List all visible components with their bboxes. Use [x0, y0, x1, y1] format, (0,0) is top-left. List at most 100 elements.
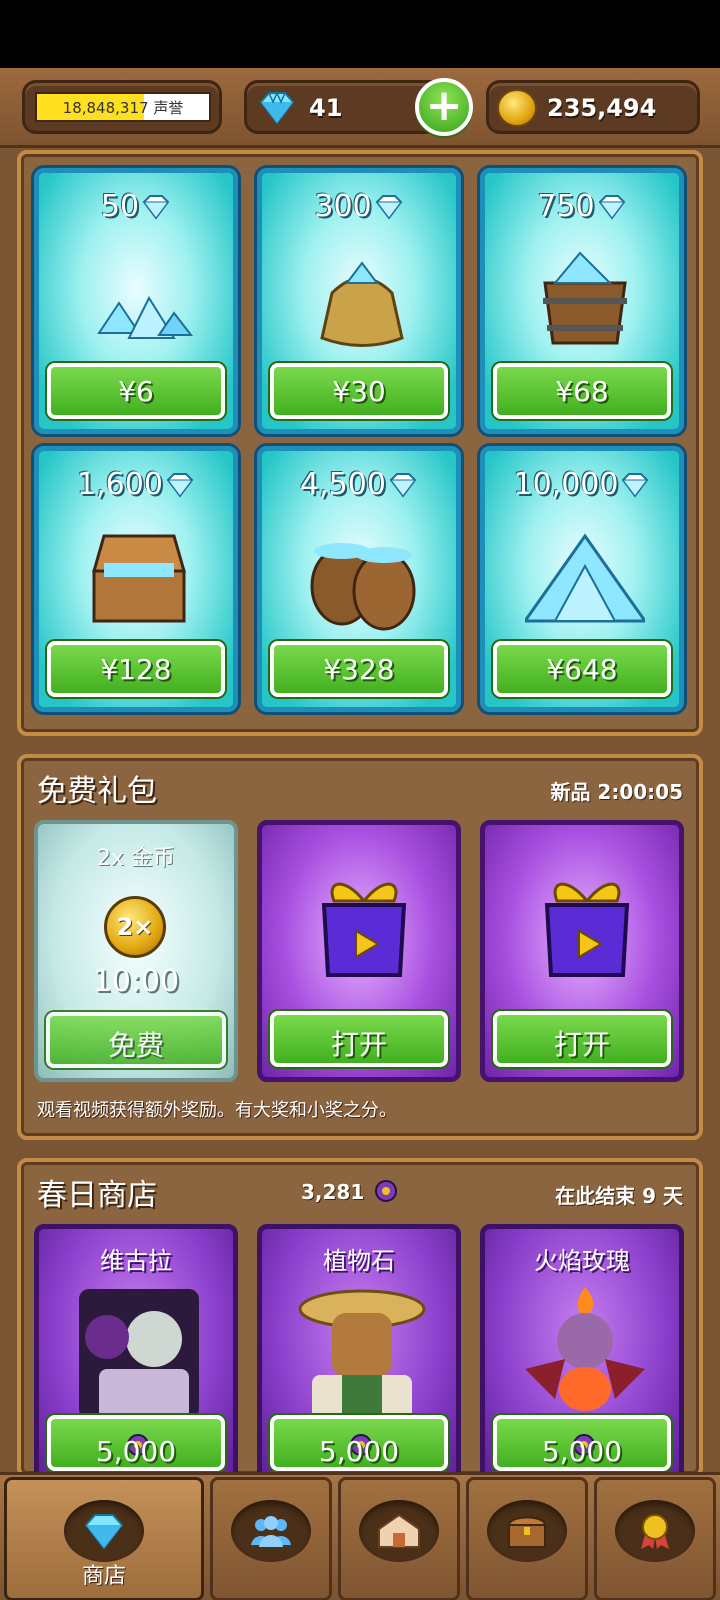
open-button-label: 打开	[330, 1028, 387, 1061]
gem-pack-price: ¥30	[332, 375, 386, 408]
video-gift-card-1[interactable]: 打开	[257, 820, 461, 1082]
spring-item-card-2[interactable]: 植物石 5,000	[257, 1224, 461, 1486]
buy-gem-pack-button[interactable]: ¥68	[493, 363, 671, 419]
gem-sack-icon	[320, 261, 404, 347]
spring-price: 5,000	[51, 1427, 221, 1468]
gem-pack-amount-value: 300	[314, 189, 372, 224]
gem-icon	[618, 467, 650, 502]
gem-pack-price: ¥6	[118, 375, 154, 408]
buy-gem-pack-button[interactable]: ¥648	[493, 641, 671, 697]
gem-pack-card[interactable]: 4,500 ¥328	[257, 446, 461, 712]
gem-pack-amount-value: 4,500	[300, 467, 386, 502]
spring-buy-button-3[interactable]: 5,000	[493, 1415, 671, 1471]
free-button[interactable]: 免费	[46, 1012, 226, 1068]
gem-pack-price: ¥68	[555, 375, 609, 408]
nav-icon-holder	[615, 1500, 695, 1562]
free-gift-note: 观看视频获得额外奖励。有大奖和小奖之分。	[37, 1100, 397, 1121]
open-button-1[interactable]: 打开	[270, 1011, 448, 1067]
medal-icon	[641, 1514, 669, 1549]
gift-box-icon	[544, 882, 630, 977]
free-coin-boost-card[interactable]: 2x 金币 2× 10:00 免费	[34, 820, 238, 1082]
gem-pack-amount-value: 50	[100, 189, 140, 224]
gem-pack-amount: 4,500	[262, 467, 456, 502]
nav-achievements[interactable]	[594, 1477, 716, 1600]
buy-gem-pack-button[interactable]: ¥6	[47, 363, 225, 419]
boost-title: 2x 金币	[96, 846, 175, 871]
gem-pack-price: ¥328	[323, 653, 395, 686]
video-gift-card-2[interactable]: 打开	[480, 820, 684, 1082]
gem-bucket-icon	[543, 251, 627, 345]
reputation-value: 18,848,317	[62, 99, 149, 117]
nav-shop[interactable]: 商店	[4, 1477, 204, 1600]
boost-timer: 10:00	[92, 964, 180, 999]
gem-icon	[84, 1514, 124, 1550]
status-bar	[0, 0, 720, 68]
spring-price-value: 5,000	[541, 1435, 623, 1468]
gem-shop-panel: 50 ¥6 300 ¥30 750 ¥68 1,600 ¥128 4,500 ¥328 10,000…	[17, 150, 703, 736]
nav-buildings[interactable]	[338, 1477, 460, 1600]
gem-chest-icon	[92, 534, 186, 623]
nav-people[interactable]	[210, 1477, 332, 1600]
double-coin-badge: 2×	[116, 913, 154, 941]
coin-balance[interactable]: 235,494	[486, 80, 700, 134]
open-button-2[interactable]: 打开	[493, 1011, 671, 1067]
chest-icon	[507, 1516, 547, 1548]
nav-icon-holder	[64, 1500, 144, 1562]
gem-icon	[595, 189, 627, 224]
gem-mountain-icon	[525, 533, 645, 623]
gem-pack-amount-value: 750	[537, 189, 595, 224]
nav-icon-holder	[231, 1500, 311, 1562]
gem-pack-amount: 50	[39, 189, 233, 224]
gem-pack-card[interactable]: 50 ¥6	[34, 168, 238, 434]
spring-buy-button-1[interactable]: 5,000	[47, 1415, 225, 1471]
gem-icon	[386, 467, 418, 502]
reputation-meter[interactable]: 18,848,317 声誉	[22, 80, 222, 134]
spring-shop-title: 春日商店	[37, 1178, 157, 1213]
add-gems-button[interactable]: +	[415, 78, 473, 136]
gem-pack-price: ¥128	[100, 653, 172, 686]
free-gift-panel: 免费礼包 新品 2:00:05 2x 金币 2× 10:00 免费 打开 打开 …	[17, 754, 703, 1140]
spring-shop-panel: 春日商店 3,281 在此结束 9 天 维古拉 5,000 植物石 5,000	[17, 1158, 703, 1486]
small-gem-pile-icon	[97, 295, 194, 339]
house-icon	[378, 1513, 420, 1548]
gem-pack-amount: 300	[262, 189, 456, 224]
vampire-portrait-icon	[79, 1289, 199, 1419]
top-resource-bar: 18,848,317 声誉 41 235,494	[0, 68, 720, 148]
gem-pack-card[interactable]: 300 ¥30	[257, 168, 461, 434]
bottom-nav: 商店	[0, 1472, 720, 1600]
spring-price: 5,000	[497, 1427, 667, 1468]
gardener-portrait-icon	[298, 1289, 426, 1419]
gem-barrels-icon	[310, 543, 416, 631]
buy-gem-pack-button[interactable]: ¥30	[270, 363, 448, 419]
open-button-label: 打开	[553, 1028, 610, 1061]
spring-currency-count: 3,281	[301, 1180, 365, 1204]
spring-buy-button-2[interactable]: 5,000	[270, 1415, 448, 1471]
spring-item-card-1[interactable]: 维古拉 5,000	[34, 1224, 238, 1486]
gem-count: 41	[309, 94, 343, 122]
spring-item-name: 植物石	[323, 1247, 395, 1275]
spring-item-name: 维古拉	[100, 1247, 172, 1275]
reputation-bar: 18,848,317 声誉	[35, 92, 211, 122]
flower-icon	[375, 1180, 398, 1202]
buy-gem-pack-button[interactable]: ¥128	[47, 641, 225, 697]
gem-pack-amount: 1,600	[39, 467, 233, 502]
gem-icon	[139, 189, 171, 224]
nav-chest[interactable]	[466, 1477, 588, 1600]
gem-pack-card[interactable]: 10,000 ¥648	[480, 446, 684, 712]
free-button-label: 免费	[107, 1029, 164, 1062]
spring-currency: 3,281	[301, 1180, 398, 1204]
spring-price-value: 5,000	[318, 1435, 400, 1468]
nav-shop-label: 商店	[81, 1564, 126, 1589]
new-gift-timer: 新品 2:00:05	[550, 780, 683, 804]
coin-count: 235,494	[547, 94, 657, 122]
gem-pack-amount: 750	[485, 189, 679, 224]
gem-pack-card[interactable]: 750 ¥68	[480, 168, 684, 434]
coin-icon	[497, 89, 537, 127]
people-icon	[251, 1516, 291, 1547]
double-coin-icon: 2×	[104, 896, 166, 958]
gem-pack-card[interactable]: 1,600 ¥128	[34, 446, 238, 712]
spring-item-card-3[interactable]: 火焰玫瑰 5,000	[480, 1224, 684, 1486]
buy-gem-pack-button[interactable]: ¥328	[270, 641, 448, 697]
free-gift-title: 免费礼包	[37, 774, 157, 809]
reputation-label: 声誉	[153, 99, 184, 117]
